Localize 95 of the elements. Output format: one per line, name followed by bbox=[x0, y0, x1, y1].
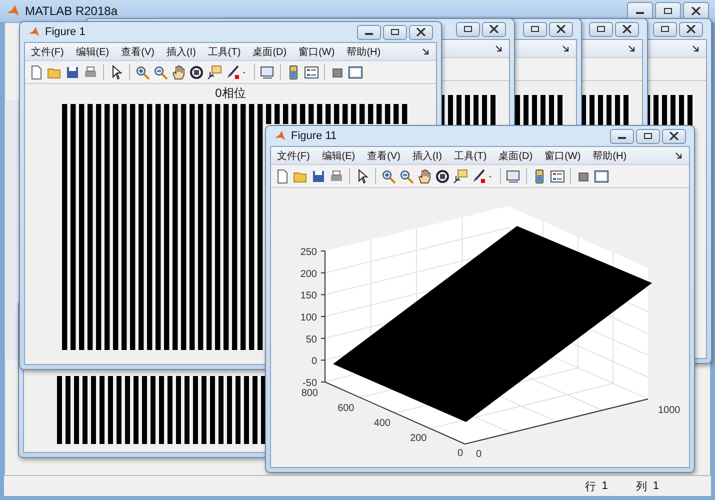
hand-icon[interactable] bbox=[171, 64, 186, 80]
window-title: Figure 11 bbox=[291, 130, 337, 142]
menu-item[interactable]: 文件(F) bbox=[31, 44, 64, 58]
maximize-button[interactable] bbox=[636, 128, 660, 144]
axis-tick-label: 150 bbox=[300, 290, 317, 302]
column-label: 列 bbox=[636, 480, 647, 494]
axis-tick-label: 50 bbox=[306, 334, 317, 346]
save-icon[interactable] bbox=[65, 64, 80, 80]
close-button[interactable] bbox=[482, 22, 506, 36]
menu-item[interactable]: 桌面(D) bbox=[498, 148, 533, 162]
hand-icon[interactable] bbox=[417, 168, 432, 184]
minimize-button[interactable] bbox=[610, 128, 634, 144]
dock-arrow-icon[interactable] bbox=[495, 44, 503, 52]
print-icon[interactable] bbox=[83, 64, 98, 80]
menu-item[interactable]: 编辑(E) bbox=[76, 44, 110, 58]
close-button[interactable] bbox=[662, 128, 686, 144]
axis-tick-label: 1000 bbox=[658, 405, 680, 416]
close-icon bbox=[416, 28, 426, 36]
data-cursor-icon[interactable] bbox=[453, 168, 468, 184]
print-icon[interactable] bbox=[329, 168, 344, 184]
axis-tick-label: 800 bbox=[301, 388, 318, 399]
maximize-button[interactable] bbox=[456, 22, 480, 36]
close-icon bbox=[556, 25, 566, 33]
legend-icon[interactable] bbox=[304, 64, 319, 80]
axis-tick-label: 0 bbox=[457, 448, 463, 459]
menu-item[interactable]: 插入(I) bbox=[166, 44, 196, 58]
axis-tick-label: 250 bbox=[300, 247, 317, 258]
maximize-icon bbox=[643, 132, 653, 140]
window-title: MATLAB R2018a bbox=[25, 4, 118, 18]
menu-item[interactable]: 窗口(W) bbox=[298, 44, 335, 58]
axis-tick-label: 0 bbox=[476, 449, 482, 460]
menu-item[interactable]: 帮助(H) bbox=[346, 44, 381, 58]
close-icon bbox=[622, 25, 632, 33]
maximize-button[interactable] bbox=[653, 22, 677, 36]
axis-tick-label: 0 bbox=[311, 356, 317, 368]
close-icon bbox=[691, 7, 701, 15]
maximize-button[interactable] bbox=[383, 24, 407, 40]
window-title: Figure 1 bbox=[45, 26, 86, 38]
menu-item[interactable]: 编辑(E) bbox=[322, 148, 356, 162]
data-cursor-icon[interactable] bbox=[207, 64, 222, 80]
dock-arrow-icon[interactable] bbox=[675, 152, 683, 160]
menu-item[interactable]: 桌面(D) bbox=[252, 44, 287, 58]
row-label: 行 bbox=[584, 480, 596, 494]
dock-arrow-icon[interactable] bbox=[692, 44, 700, 52]
axis-tick-label: 200 bbox=[410, 433, 427, 444]
close-button[interactable] bbox=[679, 22, 703, 36]
maximize-icon bbox=[463, 25, 473, 33]
dock-arrow-icon[interactable] bbox=[628, 44, 636, 52]
menu-item[interactable]: 查看(V) bbox=[367, 148, 400, 162]
maximize-icon bbox=[596, 25, 606, 33]
row-value: 1 bbox=[602, 480, 608, 492]
window-icon[interactable] bbox=[594, 168, 609, 184]
close-button[interactable] bbox=[549, 22, 573, 36]
close-icon bbox=[489, 25, 499, 33]
window-icon[interactable] bbox=[348, 64, 363, 80]
menu-item[interactable]: 插入(I) bbox=[412, 148, 442, 162]
zoom-out-icon[interactable] bbox=[153, 64, 168, 80]
matlab-logo-icon bbox=[274, 130, 286, 142]
new-file-icon[interactable] bbox=[29, 64, 44, 80]
axis-tick-label: 600 bbox=[338, 403, 354, 414]
axis-tick-label: 100 bbox=[300, 312, 317, 324]
zoom-in-icon[interactable] bbox=[381, 168, 396, 184]
maximize-icon bbox=[530, 25, 540, 33]
matlab-logo-icon bbox=[6, 4, 20, 18]
new-file-icon[interactable] bbox=[275, 168, 290, 184]
maximize-button[interactable] bbox=[523, 22, 547, 36]
dock-arrow-icon[interactable] bbox=[422, 48, 430, 56]
plot-title: 0相位 bbox=[215, 86, 246, 100]
close-button[interactable] bbox=[615, 22, 639, 36]
zoom-in-icon[interactable] bbox=[135, 64, 150, 80]
column-value: 1 bbox=[652, 480, 659, 492]
close-icon bbox=[686, 25, 696, 33]
minimize-button[interactable] bbox=[627, 2, 653, 20]
menu-item[interactable]: 帮助(H) bbox=[592, 148, 627, 162]
axis-tick-label: 400 bbox=[374, 418, 390, 429]
menu-item[interactable]: 查看(V) bbox=[121, 44, 154, 58]
matlab-logo-icon bbox=[28, 26, 40, 38]
maximize-button[interactable] bbox=[589, 22, 613, 36]
axis-tick-label: -50 bbox=[302, 378, 317, 389]
menu-item[interactable]: 工具(T) bbox=[208, 44, 241, 58]
brush-icon[interactable] bbox=[471, 168, 486, 184]
close-icon bbox=[669, 132, 679, 140]
axis-tick-label: 200 bbox=[300, 268, 317, 280]
menu-item[interactable]: 工具(T) bbox=[454, 148, 487, 162]
menu-item[interactable]: 窗口(W) bbox=[544, 148, 581, 162]
menu-item[interactable]: 文件(F) bbox=[277, 148, 310, 162]
minimize-button[interactable] bbox=[357, 24, 381, 40]
close-button[interactable] bbox=[409, 24, 433, 40]
brush-icon[interactable] bbox=[225, 64, 240, 80]
dock-arrow-icon[interactable] bbox=[562, 44, 570, 52]
legend-icon[interactable] bbox=[550, 168, 565, 184]
close-button[interactable] bbox=[683, 2, 709, 20]
zoom-out-icon[interactable] bbox=[399, 168, 414, 184]
save-icon[interactable] bbox=[311, 168, 326, 184]
maximize-icon bbox=[390, 28, 400, 36]
